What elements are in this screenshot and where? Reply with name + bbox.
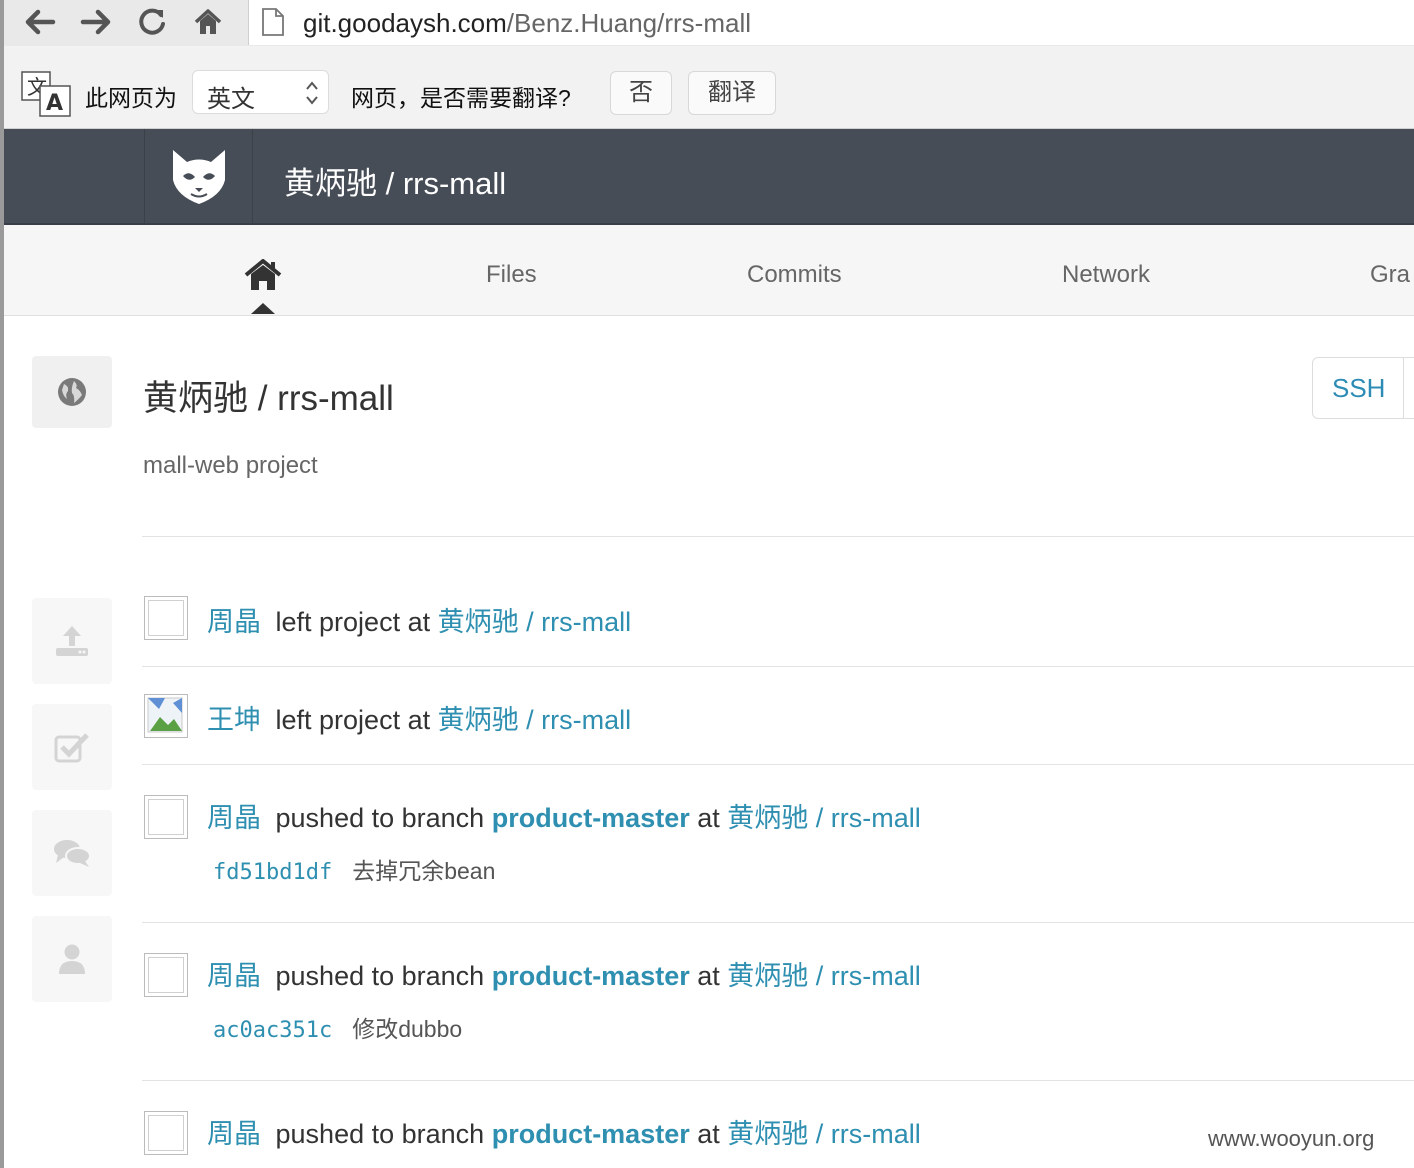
event-project-link[interactable]: 黄炳驰 / rrs-mall (727, 1119, 920, 1149)
url-path: /Benz.Huang/rrs-mall (506, 8, 751, 38)
sidebar-item-team[interactable] (32, 916, 112, 1002)
project-nav: Files Commits Network Gra (4, 225, 1414, 316)
browser-toolbar: git.goodaysh.com/Benz.Huang/rrs-mall (4, 0, 1414, 47)
address-bar[interactable]: git.goodaysh.com/Benz.Huang/rrs-mall (248, 0, 1414, 45)
tab-commits[interactable]: Commits (747, 261, 842, 289)
tab-graphs[interactable]: Gra (1370, 261, 1410, 289)
sidebar-item-comments[interactable] (32, 810, 112, 896)
upload-icon (56, 626, 88, 656)
divider (142, 922, 1414, 923)
app-header: 黄炳驰 / rrs-mall (4, 129, 1414, 225)
commit-item: ac0ac351c 修改dubbo (213, 1010, 462, 1044)
select-arrows-icon (304, 79, 320, 112)
globe-icon (58, 378, 86, 406)
avatar (144, 596, 188, 640)
watermark: www.wooyun.org (1208, 1126, 1375, 1151)
commit-sha-link[interactable]: fd51bd1df (213, 860, 332, 885)
divider (142, 666, 1414, 667)
header-title[interactable]: 黄炳驰 / rrs-mall (284, 158, 506, 203)
language-value: 英文 (207, 86, 255, 113)
user-icon (59, 944, 85, 974)
event-branch-link[interactable]: product-master (492, 961, 690, 991)
sidebar-item-merge-events[interactable] (32, 704, 112, 790)
home-tab-icon[interactable] (244, 259, 282, 296)
event-branch-link[interactable]: product-master (492, 803, 690, 833)
event-at: at (407, 607, 431, 637)
avatar (144, 953, 188, 997)
avatar (144, 1111, 188, 1155)
commit-message: 修改dubbo (352, 1016, 463, 1042)
commit-item: fd51bd1df 去掉冗余bean (213, 852, 495, 886)
event-project-link[interactable]: 黄炳驰 / rrs-mall (438, 705, 631, 735)
commit-sha-link[interactable]: ac0ac351c (213, 1018, 332, 1043)
checkbox-icon (54, 733, 89, 763)
avatar-broken-image (144, 694, 188, 738)
event-author-link[interactable]: 周晶 (207, 803, 261, 833)
url-text: git.goodaysh.com/Benz.Huang/rrs-mall (303, 8, 751, 39)
commit-message: 去掉冗余bean (352, 858, 496, 884)
avatar (144, 795, 188, 839)
translate-prefix: 此网页为 (85, 85, 177, 111)
no-button[interactable]: 否 (610, 71, 672, 115)
event-at: at (697, 961, 720, 991)
reload-icon[interactable] (132, 4, 172, 40)
event-project-link[interactable]: 黄炳驰 / rrs-mall (727, 961, 920, 991)
project-description: mall-web project (143, 452, 318, 479)
event-at: at (697, 803, 720, 833)
active-tab-indicator (251, 303, 275, 314)
event-project-link[interactable]: 黄炳驰 / rrs-mall (727, 803, 920, 833)
page-icon (261, 7, 285, 42)
event-action: left project (275, 705, 401, 735)
divider (142, 1080, 1414, 1081)
sidebar-item-push-events[interactable] (32, 598, 112, 684)
event-author-link[interactable]: 周晶 (207, 1119, 261, 1149)
event-author-link[interactable]: 王坤 (207, 705, 261, 735)
event-item: 周晶 pushed to branch product-master at 黄炳… (207, 796, 921, 835)
translate-button[interactable]: 翻译 (688, 71, 776, 115)
forward-icon[interactable] (76, 4, 116, 40)
event-item: 周晶 pushed to branch product-master at 黄炳… (207, 954, 921, 993)
event-item: 王坤 left project at 黄炳驰 / rrs-mall (207, 698, 631, 737)
project-title: 黄炳驰 / rrs-mall (143, 379, 394, 418)
translate-bar: 文 A 此网页为 英文 网页，是否需要翻译? 否 翻译 (4, 46, 1414, 129)
back-icon[interactable] (20, 4, 60, 40)
event-action: pushed to branch (275, 803, 485, 833)
translate-question: 网页，是否需要翻译? (351, 85, 571, 111)
ssh-clone-button[interactable]: SSH (1312, 357, 1414, 419)
translate-icon: 文 A (20, 70, 76, 123)
event-at: at (697, 1119, 720, 1149)
tab-files[interactable]: Files (486, 261, 537, 289)
clone-divider (1403, 358, 1404, 418)
event-at: at (407, 705, 431, 735)
event-author-link[interactable]: 周晶 (207, 607, 261, 637)
svg-text:A: A (46, 91, 63, 116)
event-item: 周晶 left project at 黄炳驰 / rrs-mall (207, 600, 631, 639)
event-author-link[interactable]: 周晶 (207, 961, 261, 991)
logo-link[interactable] (144, 129, 253, 223)
event-action: pushed to branch (275, 1119, 485, 1149)
divider (142, 536, 1414, 537)
event-project-link[interactable]: 黄炳驰 / rrs-mall (438, 607, 631, 637)
event-branch-link[interactable]: product-master (492, 1119, 690, 1149)
language-select[interactable]: 英文 (192, 70, 329, 114)
ssh-label: SSH (1332, 373, 1386, 403)
tab-network[interactable]: Network (1062, 261, 1150, 289)
event-item: 周晶 pushed to branch product-master at 黄炳… (207, 1112, 921, 1151)
comments-icon (54, 840, 91, 867)
event-action: pushed to branch (275, 961, 485, 991)
gitlab-cat-logo (172, 150, 225, 204)
home-icon[interactable] (188, 4, 228, 40)
project-visibility-box (32, 356, 112, 428)
broken-image-icon (147, 697, 183, 733)
event-action: left project (275, 607, 401, 637)
divider (142, 764, 1414, 765)
url-host: git.goodaysh.com (303, 8, 507, 38)
